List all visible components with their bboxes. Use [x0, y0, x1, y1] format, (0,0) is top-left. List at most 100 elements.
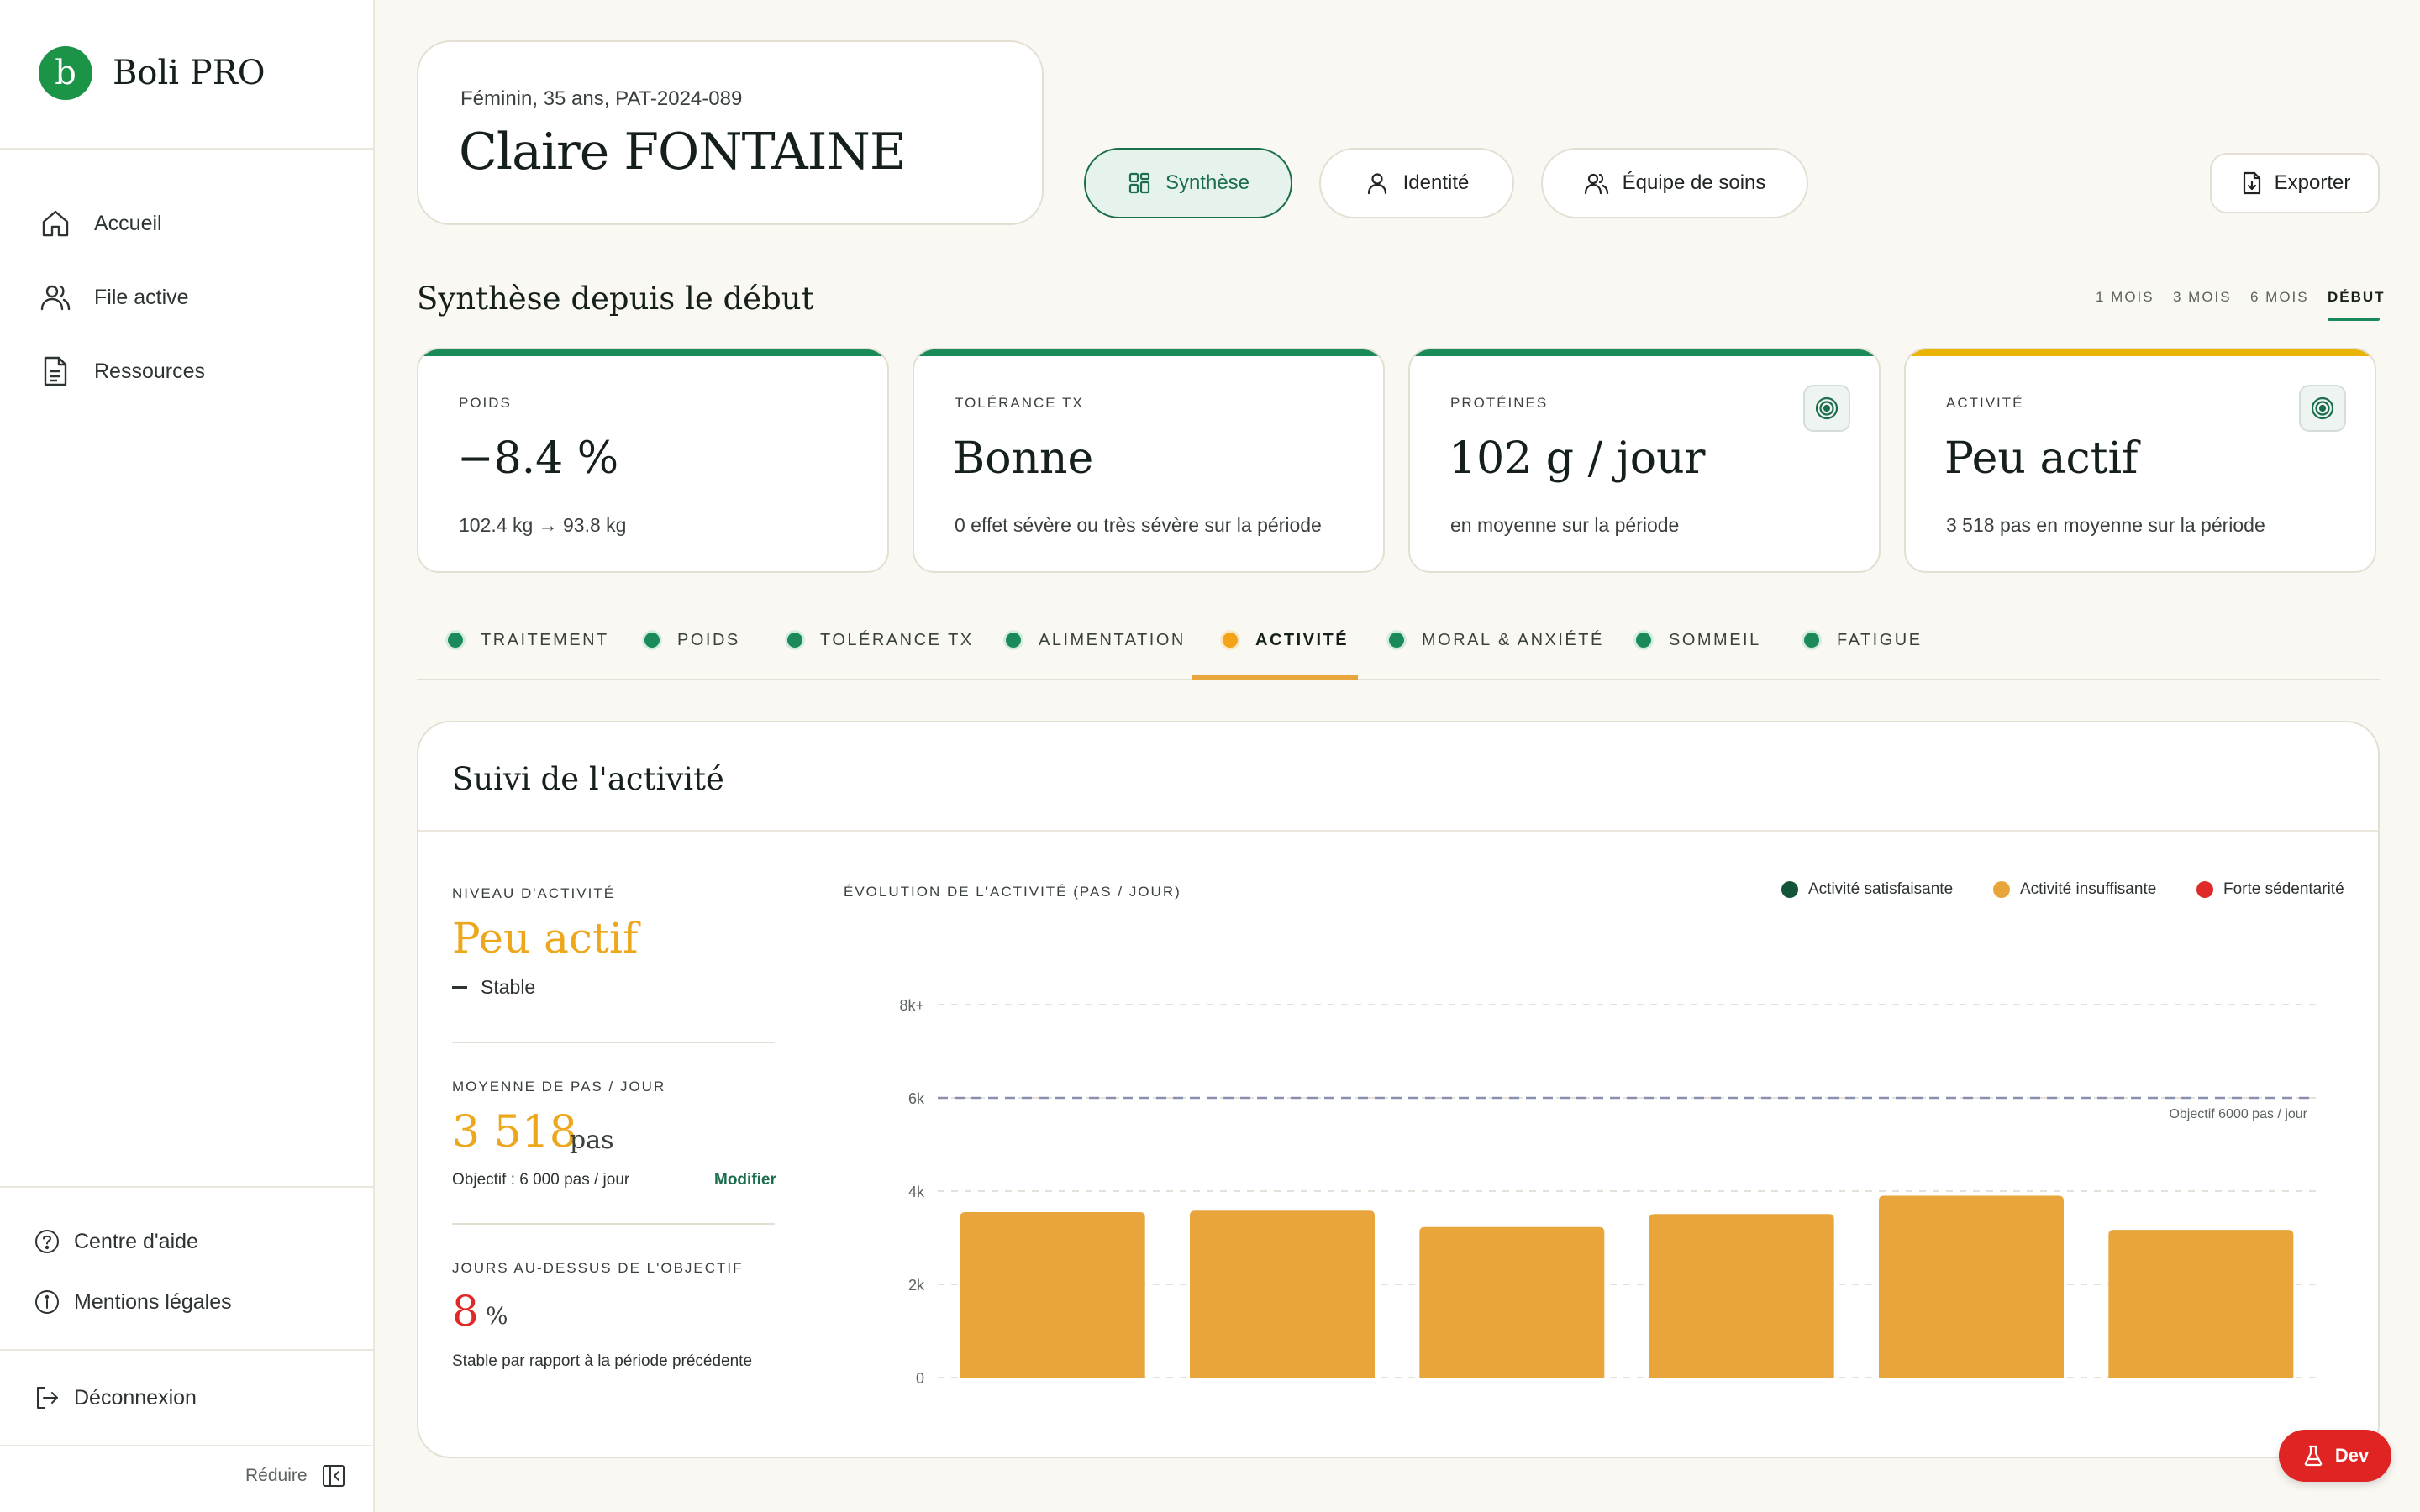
activity-panel: Suivi de l'activité NIVEAU D'ACTIVITÉ Pe…: [417, 721, 2380, 1458]
sidebar-divider: [0, 1445, 375, 1446]
metric-accent-bar: [914, 349, 1383, 356]
period-active-underline: [2328, 318, 2380, 321]
tab-active-underline: [1192, 675, 1358, 680]
status-dot: [1003, 630, 1023, 650]
tab-identite[interactable]: Identité: [1319, 148, 1514, 218]
metric-subtitle: 3 518 pas en moyenne sur la période: [1946, 514, 2265, 536]
status-dot: [1220, 630, 1240, 650]
status-dot: [445, 630, 466, 650]
legal-mentions-label: Mentions légales: [74, 1289, 232, 1314]
chart-bar: [960, 1211, 1145, 1378]
metric-card-proteines[interactable]: PROTÉINES 102 g / jour en moyenne sur la…: [1408, 348, 1881, 573]
tab-equipe-de-soins[interactable]: Équipe de soins: [1541, 148, 1808, 218]
team-icon: [1584, 173, 1608, 195]
home-icon: [42, 210, 69, 237]
y-tick-label: 2k: [908, 1277, 925, 1294]
logout-label: Déconnexion: [74, 1385, 197, 1410]
stats-divider: [452, 1223, 775, 1225]
metric-value: 102 g / jour: [1449, 433, 1706, 484]
goal-reference-label: Objectif 6000 pas / jour: [2169, 1107, 2307, 1121]
metric-label: ACTIVITÉ: [1946, 395, 2024, 411]
period-6-mois[interactable]: 6 MOIS: [2250, 289, 2309, 306]
collapse-sidebar-button[interactable]: Réduire: [245, 1463, 346, 1488]
sidebar-divider: [0, 1349, 375, 1351]
patient-meta: Féminin, 35 ans, PAT-2024-089: [460, 87, 743, 110]
chart-bar: [2108, 1230, 2294, 1378]
tab-label: SOMMEIL: [1669, 630, 1761, 649]
sidebar-item-label: File active: [94, 285, 189, 309]
chart-bar: [1649, 1214, 1834, 1378]
patient-card: Féminin, 35 ans, PAT-2024-089 Claire FON…: [417, 40, 1044, 225]
chart-bar: [1190, 1210, 1375, 1378]
metric-accent-bar: [418, 349, 887, 356]
sidebar-item-ressources[interactable]: Ressources: [39, 351, 205, 391]
tab-sommeil[interactable]: SOMMEIL: [1634, 630, 1761, 650]
metric-card-activite[interactable]: ACTIVITÉ Peu actif 3 518 pas en moyenne …: [1904, 348, 2376, 573]
stats-divider: [452, 1042, 775, 1043]
period-debut[interactable]: DÉBUT: [2328, 289, 2386, 306]
metric-accent-bar: [1906, 349, 2375, 356]
sidebar: b Boli PRO Accueil File active Ressource…: [0, 0, 375, 1512]
y-tick-label: 8k+: [899, 997, 924, 1014]
metric-card-tolerance[interactable]: TOLÉRANCE TX Bonne 0 effet sévère ou trè…: [913, 348, 1385, 573]
sidebar-divider: [0, 148, 375, 150]
tab-label: POIDS: [677, 630, 740, 649]
tab-tolerance-tx[interactable]: TOLÉRANCE TX: [785, 630, 974, 650]
tab-poids[interactable]: POIDS: [642, 630, 740, 650]
legend-item: Activité insuffisante: [1993, 880, 2156, 899]
brand[interactable]: b Boli PRO: [39, 44, 266, 102]
metric-accent-bar: [1410, 349, 1879, 356]
collapse-label: Réduire: [245, 1466, 308, 1485]
metric-subtitle: 0 effet sévère ou très sévère sur la pér…: [955, 514, 1322, 536]
legend-item: Activité satisfaisante: [1781, 880, 1953, 899]
summary-title: Synthèse depuis le début: [417, 281, 814, 317]
steps-label: MOYENNE DE PAS / JOUR: [452, 1079, 666, 1095]
days-above-goal-subtitle: Stable par rapport à la période précéden…: [452, 1352, 753, 1370]
tab-label: Équipe de soins: [1622, 171, 1766, 194]
sidebar-item-accueil[interactable]: Accueil: [39, 203, 162, 244]
export-button[interactable]: Exporter: [2210, 153, 2380, 213]
dev-badge[interactable]: Dev: [2279, 1430, 2391, 1482]
period-1-mois[interactable]: 1 MOIS: [2096, 289, 2154, 306]
info-icon: [35, 1290, 59, 1314]
legal-mentions-link[interactable]: Mentions légales: [34, 1284, 232, 1320]
sidebar-divider: [0, 1186, 375, 1188]
tab-activite[interactable]: ACTIVITÉ: [1220, 630, 1349, 650]
sidebar-item-label: Accueil: [94, 211, 162, 235]
tab-alimentation[interactable]: ALIMENTATION: [1003, 630, 1186, 650]
panel-title: Suivi de l'activité: [452, 761, 724, 797]
days-above-goal-label: JOURS AU-DESSUS DE L'OBJECTIF: [452, 1260, 744, 1276]
status-dot: [1386, 630, 1407, 650]
metric-subtitle: en moyenne sur la période: [1450, 514, 1680, 536]
chart-title: ÉVOLUTION DE L'ACTIVITÉ (PAS / JOUR): [844, 884, 1181, 900]
tab-label: ALIMENTATION: [1039, 630, 1186, 649]
tab-label: Identité: [1402, 171, 1470, 194]
status-dot: [642, 630, 662, 650]
tab-label: Synthèse: [1165, 171, 1250, 194]
trend-label: Stable: [481, 976, 536, 998]
legend-label: Activité insuffisante: [2020, 880, 2157, 898]
period-3-mois[interactable]: 3 MOIS: [2173, 289, 2232, 306]
patient-name: Claire FONTAINE: [459, 123, 907, 181]
legend-label: Forte sédentarité: [2223, 880, 2344, 898]
tab-moral-anxiete[interactable]: MORAL & ANXIÉTÉ: [1386, 630, 1604, 650]
days-above-goal-value: 8: [452, 1287, 479, 1336]
status-dot: [1634, 630, 1654, 650]
export-label: Exporter: [2274, 171, 2351, 194]
tab-fatigue[interactable]: FATIGUE: [1802, 630, 1923, 650]
trend-indicator: Stable: [452, 976, 535, 999]
metric-card-poids[interactable]: POIDS −8.4 % 102.4 kg → 93.8 kg: [417, 348, 889, 573]
y-tick-label: 6k: [908, 1090, 925, 1107]
sidebar-item-file-active[interactable]: File active: [39, 277, 189, 318]
users-icon: [40, 285, 71, 311]
metric-value: Peu actif: [1944, 433, 2139, 484]
modify-goal-link[interactable]: Modifier: [714, 1171, 776, 1189]
days-above-goal-unit: %: [486, 1302, 508, 1330]
tab-traitement[interactable]: TRAITEMENT: [445, 630, 609, 650]
help-center-link[interactable]: Centre d'aide: [34, 1223, 198, 1260]
logout-link[interactable]: Déconnexion: [34, 1379, 197, 1416]
metric-label: TOLÉRANCE TX: [955, 395, 1084, 411]
target-icon: [1803, 385, 1850, 432]
tab-synthese[interactable]: Synthèse: [1084, 148, 1292, 218]
y-tick-label: 0: [916, 1370, 924, 1387]
